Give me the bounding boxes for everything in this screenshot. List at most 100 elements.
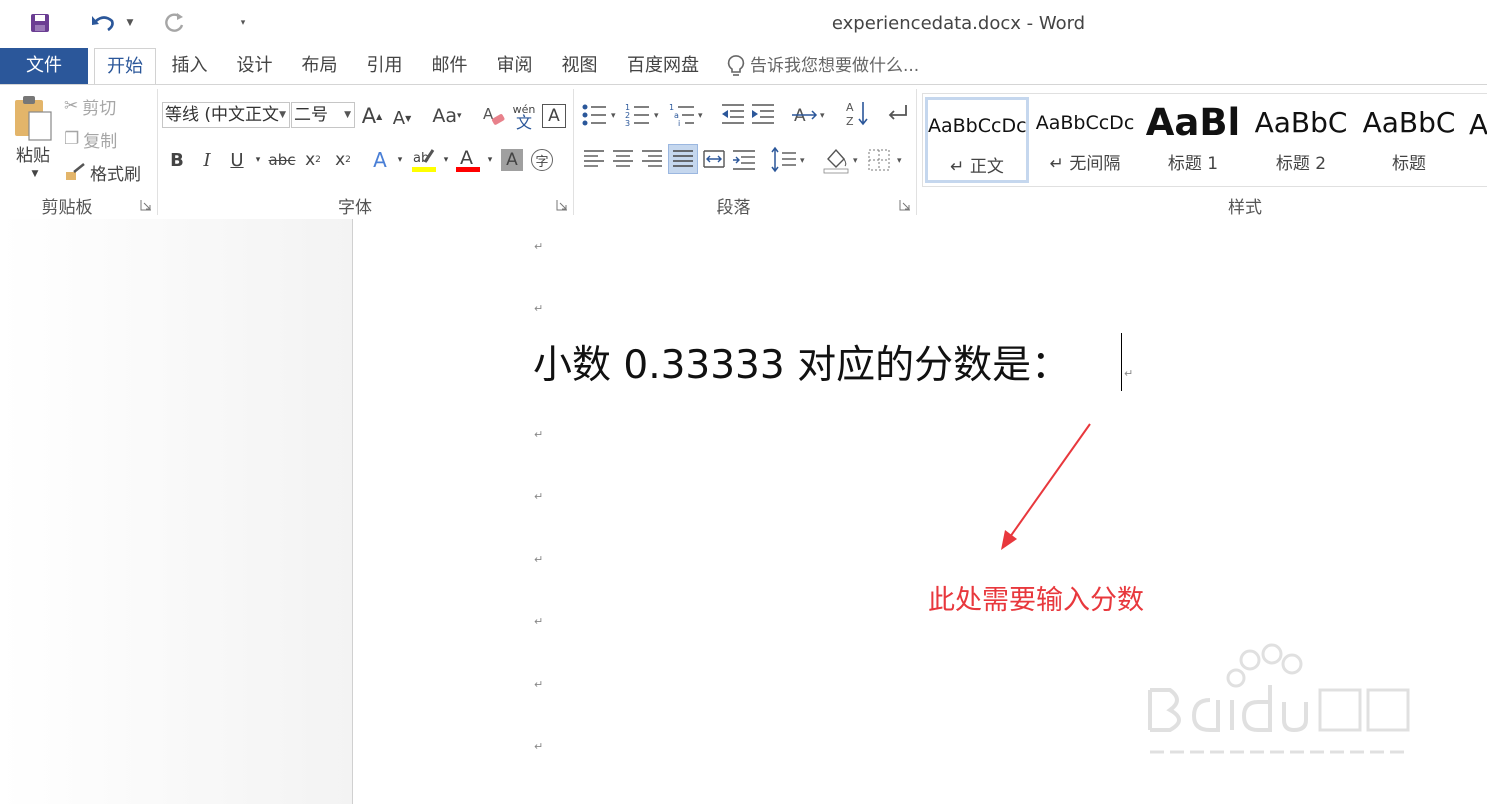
paragraph-mark: ↵ (534, 240, 544, 253)
ribbon: 粘贴 ▼ ✂ 剪切 ❐ 复制 格式刷 剪贴板 等线 (中文正文 ▼ 二号 ▼ A… (0, 84, 1487, 220)
tab-design[interactable]: 设计 (227, 48, 282, 84)
font-color-icon[interactable]: A (454, 145, 482, 175)
character-shading-icon[interactable]: A (501, 149, 523, 171)
tab-references[interactable]: 引用 (357, 48, 412, 84)
paragraph-launcher-icon[interactable] (899, 199, 911, 211)
change-case-label: Aa (432, 105, 458, 127)
strikethrough-button[interactable]: abc (267, 147, 297, 173)
clear-formatting-icon[interactable]: A (481, 102, 507, 130)
justify-button[interactable] (668, 144, 698, 174)
align-right-icon[interactable] (640, 148, 664, 172)
font-name-value: 等线 (中文正文 (165, 105, 280, 125)
cut-label: 剪切 (82, 98, 117, 119)
style-no-spacing[interactable]: AaBbCcDc ↵ 无间隔 (1033, 97, 1137, 183)
sort-icon[interactable]: AZ (844, 99, 870, 129)
subscript-label: x (305, 150, 316, 170)
tab-insert[interactable]: 插入 (162, 48, 217, 84)
font-size-combo[interactable]: 二号 ▼ (291, 102, 355, 128)
style-name: 标题 (1392, 154, 1426, 174)
italic-button[interactable]: I (196, 147, 218, 173)
character-border-button[interactable]: A (542, 104, 566, 128)
paste-icon[interactable] (10, 91, 56, 143)
style-sample: AaBbC (1362, 106, 1456, 139)
font-name-combo[interactable]: 等线 (中文正文 ▼ (162, 102, 290, 128)
tab-home[interactable]: 开始 (94, 48, 156, 85)
highlight-dropdown-icon[interactable]: ▾ (440, 147, 452, 173)
numbering-icon[interactable]: 123▾ (624, 101, 666, 129)
grow-font-icon[interactable]: A ▲ (360, 102, 384, 130)
style-sample: AaBbCcDc (928, 115, 1026, 137)
text-direction-icon[interactable]: A ▾ (790, 101, 830, 129)
bold-button[interactable]: B (166, 147, 188, 173)
copy-label: 复制 (83, 131, 118, 152)
paragraph-mark: ↵ (534, 740, 544, 753)
decrease-indent-icon[interactable] (720, 101, 746, 129)
change-case-button[interactable]: Aa ▾ (427, 102, 467, 130)
tab-baidu-netdisk[interactable]: 百度网盘 (618, 48, 708, 84)
text-effects-dropdown-icon[interactable]: ▾ (394, 147, 406, 173)
subscript-button[interactable]: x2 (300, 147, 326, 173)
underline-button[interactable]: U (226, 147, 248, 173)
format-painter-button[interactable]: 格式刷 (64, 159, 154, 185)
watermark-logo (1148, 643, 1410, 754)
shrink-font-icon[interactable]: A ▼ (390, 104, 414, 132)
svg-text:3: 3 (625, 119, 630, 128)
paragraph-mark: ↵ (534, 615, 544, 628)
style-title[interactable]: AaBbC 标题 (1357, 97, 1461, 183)
chevron-down-icon[interactable]: ▼ (279, 103, 286, 127)
format-painter-label: 格式刷 (90, 164, 141, 185)
increase-indent-icon[interactable] (750, 101, 776, 129)
tab-review[interactable]: 审阅 (487, 48, 542, 84)
bullets-icon[interactable]: ▾ (580, 101, 622, 129)
multilevel-list-icon[interactable]: 1ai▾ (668, 101, 710, 129)
paragraph-mark: ↵ (1124, 367, 1134, 380)
chevron-down-icon[interactable]: ▼ (344, 103, 351, 127)
cut-button[interactable]: ✂ 剪切 (64, 93, 134, 119)
style-normal[interactable]: AaBbCcDc ↵ 正文 (925, 97, 1029, 183)
style-heading-1[interactable]: AaBl 标题 1 (1141, 97, 1245, 183)
ribbon-tabs: 文件 开始 插入 设计 布局 引用 邮件 审阅 视图 百度网盘 告诉我您想要做什… (0, 48, 1487, 85)
tab-view[interactable]: 视图 (552, 48, 607, 84)
style-name: 标题 1 (1167, 154, 1219, 174)
distributed-icon[interactable] (702, 148, 726, 172)
font-group-label: 字体 (338, 198, 372, 218)
style-heading-2[interactable]: AaBbC 标题 2 (1249, 97, 1353, 183)
snap-to-grid-icon[interactable] (731, 148, 757, 172)
align-left-icon[interactable] (582, 148, 606, 172)
font-size-value: 二号 (294, 105, 328, 125)
paste-button[interactable]: 粘贴 (10, 141, 56, 166)
font-launcher-icon[interactable] (556, 199, 568, 211)
svg-text:A: A (794, 106, 806, 126)
document-text-line[interactable]: 小数 0.33333 对应的分数是： (533, 334, 1070, 390)
text-effects-icon[interactable]: A (368, 147, 392, 173)
tell-me-box[interactable]: 告诉我您想要做什么... (726, 48, 919, 84)
tab-mailings[interactable]: 邮件 (422, 48, 477, 84)
superscript-button[interactable]: x2 (330, 147, 356, 173)
line-spacing-icon[interactable]: ▾ (770, 145, 810, 175)
phonetic-bottom: 文 (515, 113, 532, 132)
paragraph-mark: ↵ (534, 678, 544, 691)
align-center-icon[interactable] (611, 148, 635, 172)
clipboard-group-label: 剪贴板 (41, 198, 93, 218)
clipboard-launcher-icon[interactable] (140, 199, 152, 211)
tab-file[interactable]: 文件 (0, 48, 88, 84)
style-sample: AaBbCcDc (1035, 112, 1135, 134)
paragraph-mark: ↵ (534, 553, 544, 566)
enclose-characters-button[interactable]: 字 (531, 149, 553, 171)
svg-text:▾: ▾ (698, 111, 703, 121)
brush-icon (66, 163, 85, 180)
paste-dropdown-icon[interactable]: ▼ (28, 167, 42, 181)
copy-button[interactable]: ❐ 复制 (64, 126, 134, 152)
shading-icon[interactable]: ▾ (822, 145, 864, 175)
style-more-preview[interactable]: A (1469, 108, 1487, 141)
phonetic-guide-button[interactable]: wén 文 (511, 99, 537, 133)
paragraph-mark: ↵ (534, 428, 544, 441)
highlight-color-icon[interactable]: ab (410, 145, 438, 175)
svg-text:▾: ▾ (853, 156, 858, 166)
borders-icon[interactable]: ▾ (866, 145, 910, 175)
show-formatting-marks-icon[interactable] (884, 101, 912, 129)
tab-layout[interactable]: 布局 (292, 48, 347, 84)
font-color-dropdown-icon[interactable]: ▾ (484, 147, 496, 173)
underline-dropdown-icon[interactable]: ▾ (252, 147, 264, 173)
lightbulb-icon (727, 55, 745, 76)
